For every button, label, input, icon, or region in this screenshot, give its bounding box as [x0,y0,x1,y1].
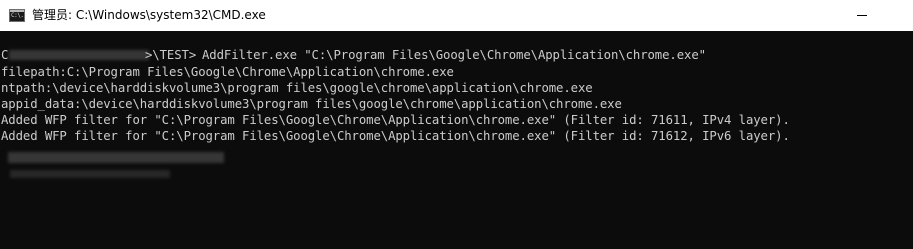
output-line: appid_data:\device\harddiskvolume3\progr… [1,97,622,111]
cmd-window: C:\. 管理员: C:\Windows\system32\CMD.exe C … [0,0,913,249]
prompt-suffix: >\TEST> [145,48,197,62]
command-line: AddFilter.exe "C:\Program Files\Google\C… [202,48,706,62]
output-line: Added WFP filter for "C:\Program Files\G… [1,113,790,127]
output-line: ntpath:\device\harddiskvolume3\program f… [1,81,593,95]
title-bar[interactable]: C:\. 管理员: C:\Windows\system32\CMD.exe [0,0,913,31]
minimize-icon [857,15,867,16]
prompt-leading-char: C [1,48,9,62]
window-title: 管理员: C:\Windows\system32\CMD.exe [32,8,266,22]
console-app-icon-label: C:\. [11,12,24,19]
output-line: Added WFP filter for "C:\Program Files\G… [1,129,790,143]
minimize-button[interactable] [855,10,869,20]
redacted-path [9,50,149,60]
output-line: filepath:C:\Program Files\Google\Chrome\… [1,65,454,79]
console-app-icon[interactable]: C:\. [9,9,25,22]
console-output-area[interactable]: C >\TEST> AddFilter.exe "C:\Program File… [0,31,913,249]
redacted-prompt [8,152,224,163]
redacted-prompt [10,170,170,178]
